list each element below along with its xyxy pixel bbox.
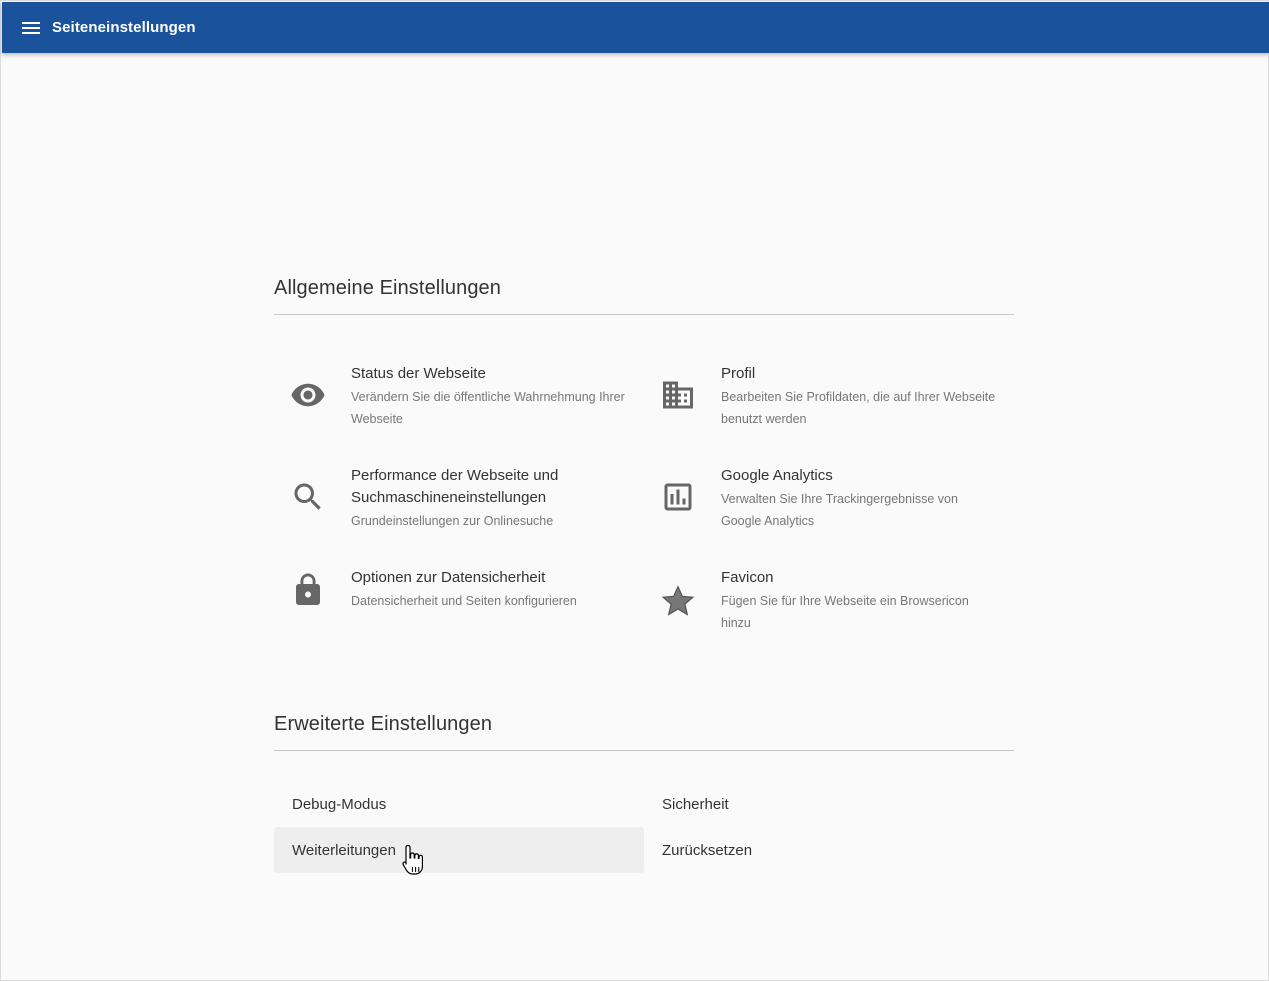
settings-card-privacy[interactable]: Optionen zur Datensicherheit Datensicher… (274, 567, 644, 667)
section-title-general: Allgemeine Einstellungen (274, 277, 501, 299)
lock-icon (290, 572, 326, 608)
settings-card-status[interactable]: Status der Webseite Verändern Sie die öf… (274, 363, 644, 463)
app-bar-title: Seiteneinstellungen (52, 19, 196, 36)
star-icon (660, 583, 696, 619)
settings-card-profile[interactable]: Profil Bearbeiten Sie Profildaten, die a… (644, 363, 1014, 463)
building-icon (660, 377, 696, 413)
section-title-advanced: Erweiterte Einstellungen (274, 713, 493, 735)
settings-card-favicon[interactable]: Favicon Fügen Sie für Ihre Webseite ein … (644, 567, 1014, 667)
search-icon (290, 479, 326, 515)
card-description: Grundeinstellungen zur Onlinesuche (351, 514, 554, 528)
card-title: Performance der Webseite und Suchmaschin… (351, 467, 559, 506)
card-title: Google Analytics (721, 467, 833, 484)
bar-chart-icon (660, 479, 696, 515)
card-title: Favicon (721, 569, 774, 586)
card-description: Fügen Sie für Ihre Webseite ein Browseri… (721, 594, 969, 630)
app-bar: Seiteneinstellungen (2, 2, 1269, 53)
settings-card-analytics[interactable]: Google Analytics Verwalten Sie Ihre Trac… (644, 465, 1014, 565)
advanced-item-security[interactable]: Sicherheit (644, 781, 1014, 827)
card-description: Verändern Sie die öffentliche Wahrnehmun… (351, 390, 625, 426)
page-frame: Seiteneinstellungen Allgemeine Einstellu… (0, 0, 1269, 981)
section-divider (274, 750, 1014, 751)
card-title: Optionen zur Datensicherheit (351, 569, 546, 586)
settings-card-performance[interactable]: Performance der Webseite und Suchmaschin… (274, 465, 644, 565)
card-title: Status der Webseite (351, 365, 486, 382)
advanced-item-reset[interactable]: Zurücksetzen (644, 827, 1014, 873)
card-description: Datensicherheit und Seiten konfigurieren (351, 594, 577, 608)
card-description: Bearbeiten Sie Profildaten, die auf Ihre… (721, 390, 996, 426)
hamburger-menu-icon[interactable] (22, 21, 40, 35)
section-divider (274, 314, 1014, 315)
advanced-item-redirects[interactable]: Weiterleitungen (274, 827, 644, 873)
advanced-item-debug-mode[interactable]: Debug-Modus (274, 781, 644, 827)
eye-icon (290, 377, 326, 413)
card-description: Verwalten Sie Ihre Trackingergebnisse vo… (721, 492, 958, 528)
card-title: Profil (721, 365, 756, 382)
